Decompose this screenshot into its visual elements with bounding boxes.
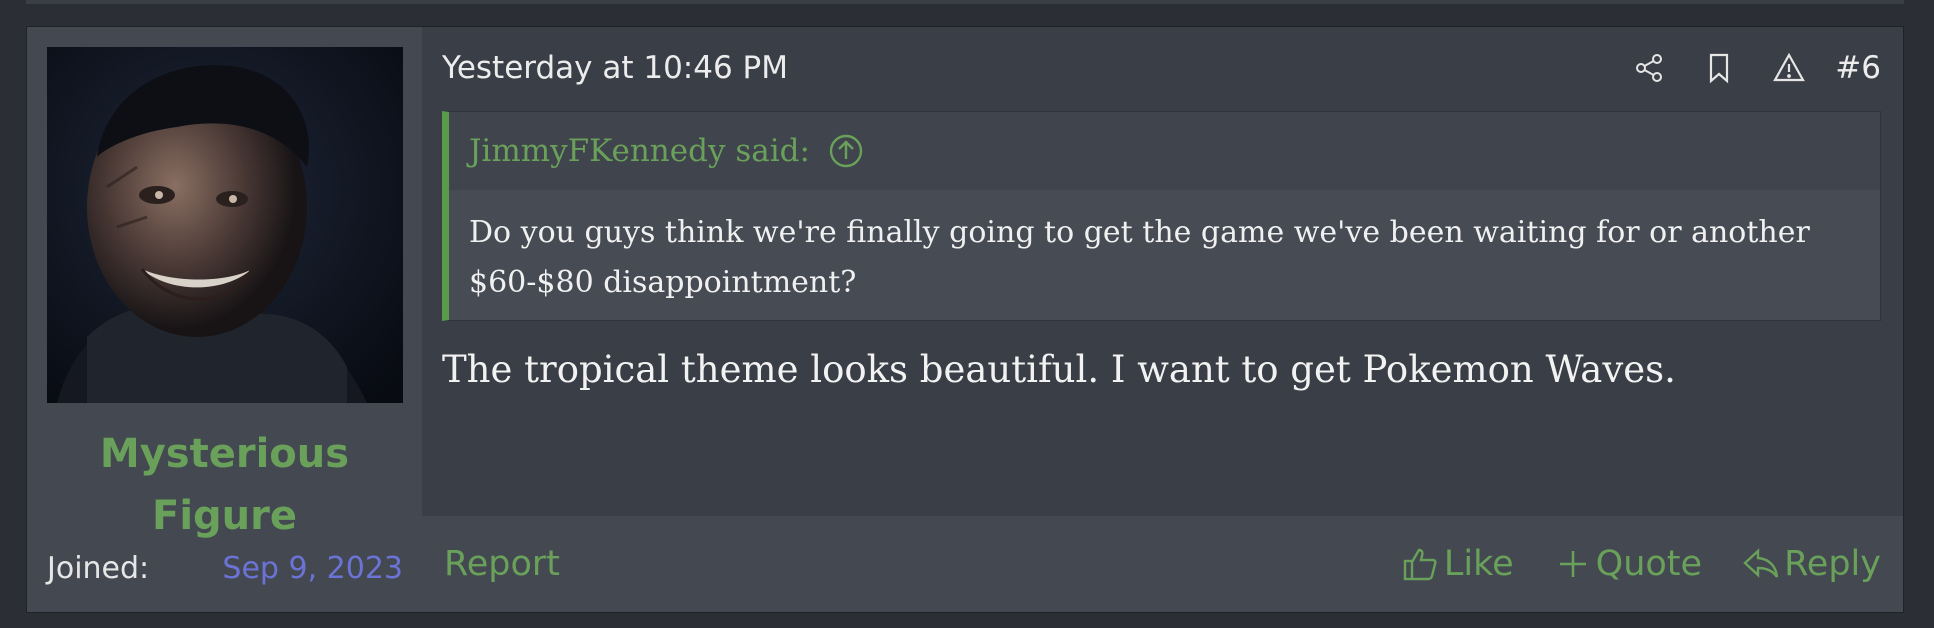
- post-message: The tropical theme looks beautiful. I wa…: [442, 348, 1676, 391]
- username-line-2[interactable]: Figure: [27, 485, 422, 547]
- quote-author[interactable]: JimmyFKennedy said:: [469, 133, 810, 169]
- username[interactable]: Mysterious Figure: [27, 423, 422, 547]
- quote-text: Do you guys think we're finally going to…: [469, 215, 1810, 300]
- like-label: Like: [1443, 544, 1514, 584]
- avatar[interactable]: [47, 47, 403, 403]
- quote-header: JimmyFKennedy said:: [449, 112, 1880, 190]
- post-timestamp[interactable]: Yesterday at 10:46 PM: [442, 50, 788, 86]
- joined-row: Joined: Sep 9, 2023: [47, 551, 403, 586]
- post-actions: Like Quote Reply: [1362, 544, 1881, 584]
- previous-post-edge: [26, 0, 1904, 4]
- arrow-up-circle-icon[interactable]: [828, 133, 864, 169]
- reply-label: Reply: [1784, 544, 1881, 584]
- post-header-actions: #6: [1599, 48, 1881, 88]
- joined-label: Joined:: [47, 551, 150, 586]
- warning-icon[interactable]: [1769, 48, 1809, 88]
- avatar-image: [47, 47, 403, 403]
- post-content: Yesterday at 10:46 PM #6 JimmyFKennedy s…: [422, 27, 1903, 612]
- like-button[interactable]: Like: [1402, 544, 1514, 584]
- reply-button[interactable]: Reply: [1742, 544, 1881, 584]
- forum-post: Mysterious Figure Joined: Sep 9, 2023 Ye…: [26, 26, 1904, 613]
- thumbs-up-icon: [1403, 548, 1437, 581]
- report-link[interactable]: Report: [444, 544, 560, 584]
- post-number[interactable]: #6: [1835, 50, 1881, 86]
- post-footer: Report Like Quote Reply: [422, 516, 1903, 612]
- post-header: Yesterday at 10:46 PM #6: [442, 43, 1881, 93]
- quote-block: JimmyFKennedy said: Do you guys think we…: [442, 111, 1881, 321]
- plus-icon: [1559, 551, 1586, 577]
- share-icon[interactable]: [1629, 48, 1669, 88]
- quote-label: Quote: [1595, 544, 1703, 584]
- quote-button[interactable]: Quote: [1554, 544, 1702, 584]
- joined-date: Sep 9, 2023: [222, 551, 403, 586]
- bookmark-icon[interactable]: [1699, 48, 1739, 88]
- reply-icon: [1743, 548, 1779, 578]
- user-info-panel: Mysterious Figure Joined: Sep 9, 2023: [27, 27, 422, 612]
- username-line-1[interactable]: Mysterious: [27, 423, 422, 485]
